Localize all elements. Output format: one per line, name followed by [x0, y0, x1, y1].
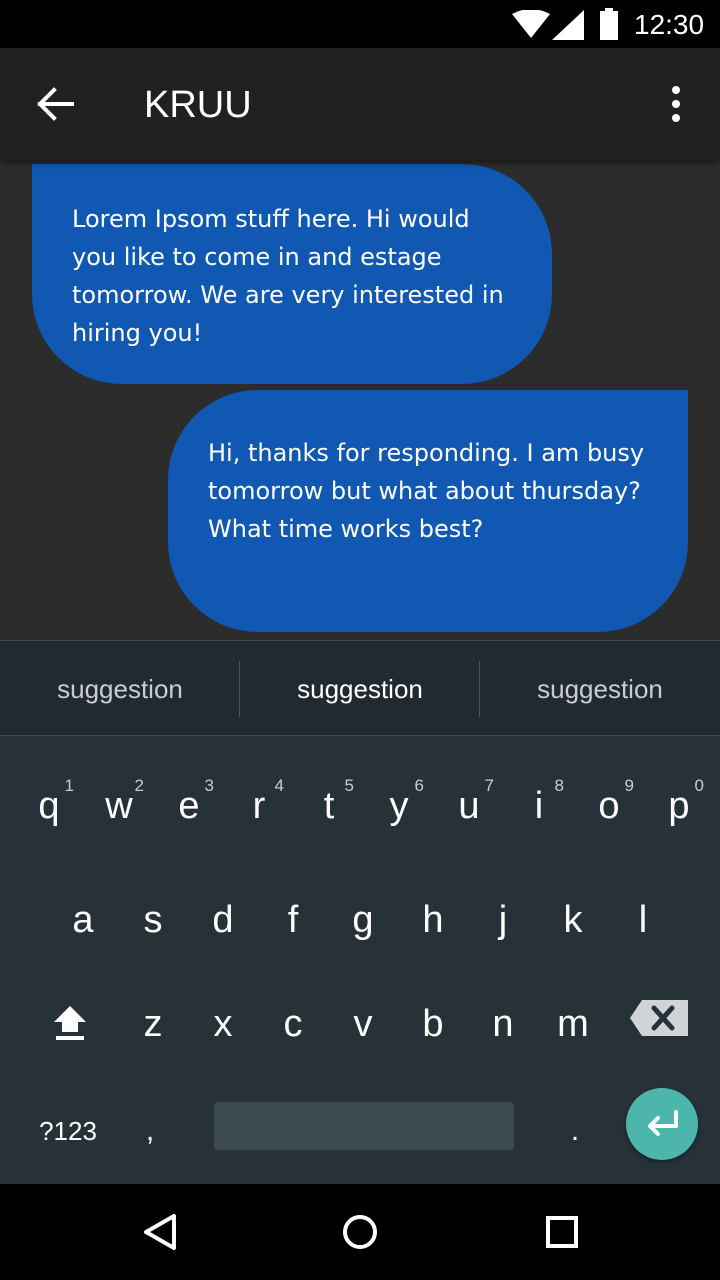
key-label: h: [422, 899, 444, 941]
key-label: c: [283, 1003, 303, 1045]
key-label: o: [598, 785, 620, 827]
more-vert-icon[interactable]: [660, 84, 692, 124]
key-s[interactable]: s: [118, 870, 188, 970]
system-nav-bar: [0, 1184, 720, 1280]
outgoing-message-bubble: Hi, thanks for responding. I am busy tom…: [168, 390, 688, 632]
key-u[interactable]: 7u: [434, 736, 504, 836]
key-m[interactable]: m: [538, 974, 608, 1074]
key-n[interactable]: n: [468, 974, 538, 1074]
key-label: p: [668, 785, 690, 827]
key-label: w: [105, 785, 133, 827]
suggestion-strip: suggestion suggestion suggestion: [0, 640, 720, 736]
key-label: l: [638, 899, 648, 941]
home-circle-icon[interactable]: [336, 1208, 384, 1256]
wifi-icon: [512, 10, 550, 38]
space-bar[interactable]: [214, 1102, 514, 1150]
backspace-icon[interactable]: [628, 996, 692, 1040]
comma-key[interactable]: ,: [130, 1106, 170, 1156]
key-l[interactable]: l: [608, 870, 678, 970]
key-label: a: [72, 899, 94, 941]
key-i[interactable]: 8i: [504, 736, 574, 836]
key-e[interactable]: 3e: [154, 736, 224, 836]
incoming-message-bubble: Lorem Ipsom stuff here. Hi would you lik…: [32, 164, 552, 384]
key-a[interactable]: a: [48, 870, 118, 970]
status-bar: 12:30: [0, 0, 720, 48]
key-label: f: [287, 899, 299, 941]
key-r[interactable]: 4r: [224, 736, 294, 836]
enter-key[interactable]: [626, 1088, 698, 1160]
suggestion-left[interactable]: suggestion: [0, 641, 240, 737]
key-z[interactable]: z: [118, 974, 188, 1074]
key-label: z: [143, 1003, 163, 1045]
key-label: v: [353, 1003, 373, 1045]
key-label: e: [178, 785, 200, 827]
key-label: k: [563, 899, 583, 941]
key-label: y: [389, 785, 409, 827]
key-j[interactable]: j: [468, 870, 538, 970]
key-p[interactable]: 0p: [644, 736, 714, 836]
key-b[interactable]: b: [398, 974, 468, 1074]
conversation-title: KRUU: [144, 84, 252, 126]
key-f[interactable]: f: [258, 870, 328, 970]
key-label: n: [492, 1003, 514, 1045]
key-label: d: [212, 899, 234, 941]
suggestion-right[interactable]: suggestion: [480, 641, 720, 737]
back-triangle-icon[interactable]: [136, 1208, 184, 1256]
message-list[interactable]: Lorem Ipsom stuff here. Hi would you lik…: [0, 160, 720, 640]
key-c[interactable]: c: [258, 974, 328, 1074]
battery-icon: [600, 8, 618, 40]
key-t[interactable]: 5t: [294, 736, 364, 836]
arrow-back-icon[interactable]: [32, 84, 80, 124]
key-label: q: [38, 785, 60, 827]
key-label: r: [252, 785, 266, 827]
enter-icon: [648, 1110, 678, 1136]
status-time: 12:30: [634, 9, 705, 40]
key-k[interactable]: k: [538, 870, 608, 970]
key-g[interactable]: g: [328, 870, 398, 970]
symbols-key[interactable]: ?123: [20, 1106, 116, 1156]
key-label: j: [498, 899, 508, 941]
key-y[interactable]: 6y: [364, 736, 434, 836]
key-w[interactable]: 2w: [84, 736, 154, 836]
key-o[interactable]: 9o: [574, 736, 644, 836]
key-v[interactable]: v: [328, 974, 398, 1074]
key-label: s: [143, 899, 163, 941]
period-key[interactable]: .: [555, 1106, 595, 1156]
key-label: t: [323, 785, 335, 827]
key-label: u: [458, 785, 480, 827]
key-label: g: [352, 899, 374, 941]
suggestion-middle[interactable]: suggestion: [240, 641, 480, 737]
shift-icon[interactable]: [40, 976, 100, 1056]
key-label: i: [534, 785, 544, 827]
key-label: x: [213, 1003, 233, 1045]
keyboard: 1q 2w 3e 4r 5t 6y 7u 8i 9o 0p a s d f g …: [0, 736, 720, 1184]
key-d[interactable]: d: [188, 870, 258, 970]
app-bar: KRUU: [0, 48, 720, 160]
key-label: b: [422, 1003, 444, 1045]
key-q[interactable]: 1q: [14, 736, 84, 836]
signal-icon: [552, 10, 584, 40]
recents-square-icon[interactable]: [538, 1208, 586, 1256]
key-label: m: [557, 1003, 589, 1045]
key-h[interactable]: h: [398, 870, 468, 970]
key-x[interactable]: x: [188, 974, 258, 1074]
